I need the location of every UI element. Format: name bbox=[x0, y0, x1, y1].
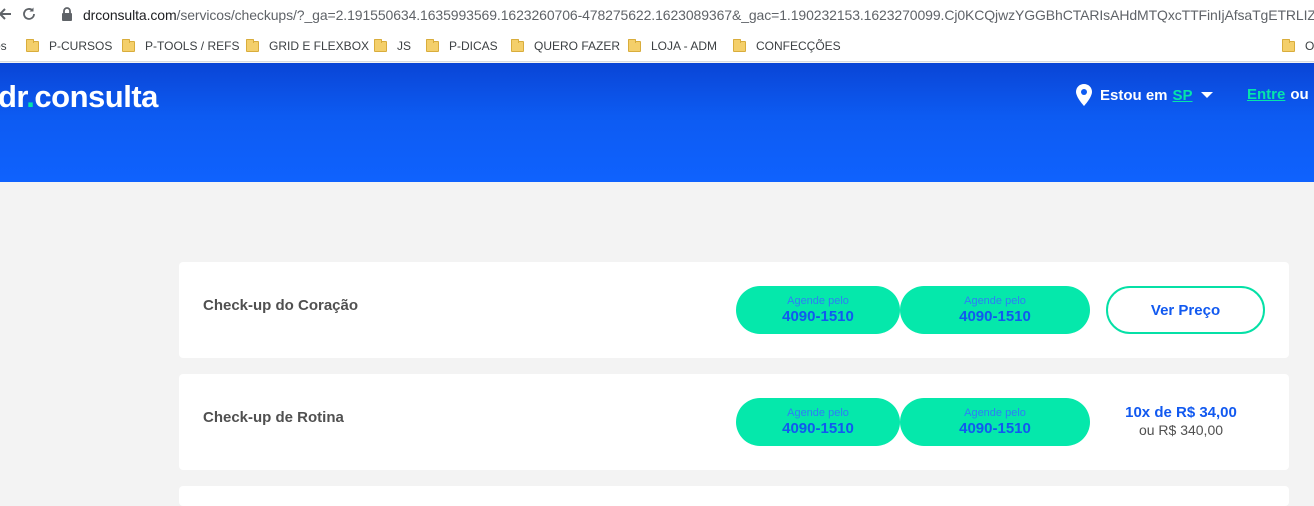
bookmark-p-tools[interactable]: P-TOOLS / REFS bbox=[122, 38, 239, 54]
bookmark-fragment[interactable]: os bbox=[0, 38, 7, 54]
phone-caption: Agende pelo bbox=[787, 407, 849, 419]
view-price-button[interactable]: Ver Preço bbox=[1106, 286, 1265, 334]
schedule-phone-button[interactable]: Agende pelo 4090-1510 bbox=[900, 398, 1090, 446]
location-city[interactable]: SP bbox=[1173, 87, 1193, 104]
bookmark-label: GRID E FLEXBOX bbox=[269, 39, 370, 53]
reload-icon[interactable] bbox=[18, 3, 40, 25]
bookmark-label: P-CURSOS bbox=[49, 39, 113, 53]
login-link[interactable]: Entre bbox=[1247, 86, 1285, 103]
lock-icon[interactable] bbox=[61, 6, 73, 22]
bookmark-grid-flexbox[interactable]: GRID E FLEXBOX bbox=[246, 38, 369, 54]
bookmark-label: O bbox=[1305, 39, 1314, 53]
bookmark-other[interactable]: O bbox=[1282, 38, 1314, 54]
folder-icon bbox=[426, 38, 439, 52]
price-installments: 10x de R$ 34,00 bbox=[1125, 404, 1237, 421]
folder-icon bbox=[246, 38, 259, 52]
bookmark-p-cursos[interactable]: P-CURSOS bbox=[26, 38, 112, 54]
bookmark-js[interactable]: JS bbox=[374, 38, 411, 54]
bookmark-fragment-label: os bbox=[0, 39, 7, 53]
bookmark-label: CONFECÇÕES bbox=[756, 39, 841, 53]
logo-suffix: consulta bbox=[34, 79, 158, 114]
checkup-card-partial bbox=[179, 486, 1289, 506]
schedule-phone-button[interactable]: Agende pelo 4090-1510 bbox=[736, 398, 900, 446]
folder-icon bbox=[511, 38, 524, 52]
bookmark-label: QUERO FAZER bbox=[534, 39, 621, 53]
price-total: ou R$ 340,00 bbox=[1138, 422, 1224, 438]
browser-address-bar: drconsulta.com/servicos/checkups/?_ga=2.… bbox=[0, 0, 1314, 30]
bookmark-label: P-DICAS bbox=[449, 39, 498, 53]
checkup-card: Check-up do Coração Agende pelo 4090-151… bbox=[179, 262, 1289, 358]
bookmark-quero-fazer[interactable]: QUERO FAZER bbox=[511, 38, 620, 54]
phone-caption: Agende pelo bbox=[964, 407, 1026, 419]
folder-icon bbox=[374, 38, 387, 52]
map-pin-icon bbox=[1076, 84, 1092, 106]
url-host: drconsulta.com bbox=[83, 7, 177, 23]
phone-caption: Agende pelo bbox=[787, 295, 849, 307]
bookmark-confeccoes[interactable]: CONFECÇÕES bbox=[733, 38, 841, 54]
url-path: /servicos/checkups/?_ga=2.191550634.1635… bbox=[176, 7, 1314, 23]
bookmark-label: JS bbox=[397, 39, 412, 53]
location-selector[interactable]: Estou em SP bbox=[1076, 84, 1213, 106]
checkup-card: Check-up de Rotina Agende pelo 4090-1510… bbox=[179, 374, 1289, 470]
folder-icon bbox=[1282, 38, 1295, 52]
bookmark-label: LOJA - ADM bbox=[651, 39, 718, 53]
price-block: 10x de R$ 34,00 ou R$ 340,00 bbox=[1111, 404, 1251, 438]
login-rest: ou bbox=[1290, 86, 1309, 103]
bookmarks-bar: os P-CURSOS P-TOOLS / REFS GRID E FLEXBO… bbox=[0, 30, 1314, 62]
back-arrow-icon[interactable] bbox=[0, 3, 16, 25]
phone-number: 4090-1510 bbox=[782, 308, 854, 325]
bookmark-loja-adm[interactable]: LOJA - ADM bbox=[628, 38, 717, 54]
bookmark-label: P-TOOLS / REFS bbox=[145, 39, 240, 53]
location-label: Estou em bbox=[1100, 86, 1168, 104]
folder-icon bbox=[628, 38, 641, 52]
folder-icon bbox=[733, 38, 746, 52]
caret-down-icon bbox=[1200, 92, 1213, 98]
login-area: Entre ou bbox=[1247, 86, 1309, 103]
drconsulta-logo[interactable]: dr.consulta bbox=[0, 79, 158, 115]
checkup-title: Check-up do Coração bbox=[203, 297, 359, 314]
logo-prefix: dr bbox=[0, 79, 27, 114]
schedule-phone-button[interactable]: Agende pelo 4090-1510 bbox=[900, 286, 1090, 334]
phone-number: 4090-1510 bbox=[782, 420, 854, 437]
folder-icon bbox=[122, 38, 135, 52]
site-header: dr.consulta Estou em SP Entre ou bbox=[0, 63, 1314, 182]
checkup-title: Check-up de Rotina bbox=[203, 409, 344, 426]
phone-caption: Agende pelo bbox=[964, 295, 1026, 307]
schedule-phone-button[interactable]: Agende pelo 4090-1510 bbox=[736, 286, 900, 334]
folder-icon bbox=[26, 38, 39, 52]
phone-number: 4090-1510 bbox=[959, 420, 1031, 437]
url-field[interactable]: drconsulta.com/servicos/checkups/?_ga=2.… bbox=[83, 7, 1314, 23]
phone-number: 4090-1510 bbox=[959, 308, 1031, 325]
bookmark-p-dicas[interactable]: P-DICAS bbox=[426, 38, 498, 54]
